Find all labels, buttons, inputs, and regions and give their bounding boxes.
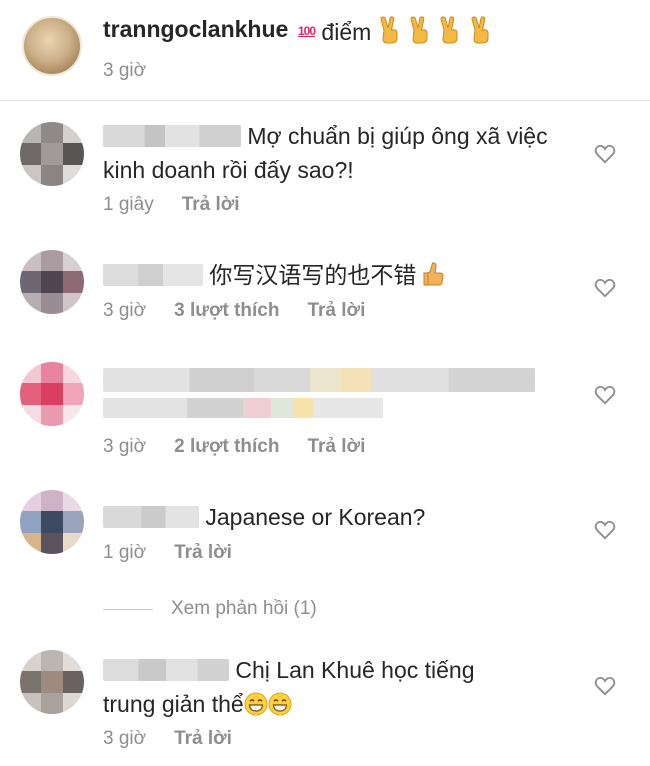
caption-avatar[interactable] xyxy=(22,16,82,76)
comment-meta: 3 giờ 2 lượt thích Trả lời xyxy=(103,436,365,458)
comment-meta: 1 giờ Trả lời xyxy=(103,542,232,564)
comment-timestamp: 3 giờ xyxy=(103,728,147,749)
victory-hand-icon xyxy=(380,16,398,44)
comment-body: 你写汉语写的也不错 xyxy=(103,258,445,292)
caption-divider xyxy=(0,100,650,101)
comment-meta: 1 giây Trả lời xyxy=(103,194,240,216)
redacted-username[interactable] xyxy=(103,264,203,286)
comment-timestamp: 3 giờ xyxy=(103,300,147,321)
caption-username[interactable]: tranngoclankhue xyxy=(103,16,288,43)
reply-button[interactable]: Trả lời xyxy=(182,194,240,215)
comment-body: Chị Lan Khuê học tiếng trung giản thể xyxy=(103,653,523,721)
redacted-username[interactable] xyxy=(103,659,229,681)
comment-text: Japanese or Korean? xyxy=(205,504,426,530)
redacted-comment-line xyxy=(103,398,383,418)
thumbs-up-icon xyxy=(423,262,444,286)
victory-hand-icon xyxy=(410,16,428,44)
comment-body: Mợ chuẩn bị giúp ông xã việc kinh doanh … xyxy=(103,119,583,187)
comment-timestamp: 1 giây xyxy=(103,194,154,215)
likes-count[interactable]: 2 lượt thích xyxy=(174,436,279,457)
redacted-comment-line xyxy=(103,368,535,392)
avatar[interactable] xyxy=(20,250,84,314)
reply-button[interactable]: Trả lời xyxy=(174,728,232,749)
reply-button[interactable]: Trả lời xyxy=(307,300,365,321)
view-replies-line xyxy=(103,608,153,610)
heart-outline-icon[interactable] xyxy=(594,676,616,696)
avatar[interactable] xyxy=(20,650,84,714)
hundred-points-icon: 100 xyxy=(298,24,316,38)
comment-body: Japanese or Korean? xyxy=(103,500,425,534)
comment-meta: 3 giờ Trả lời xyxy=(103,728,232,750)
comment-body xyxy=(103,366,535,418)
redacted-username[interactable] xyxy=(103,506,199,528)
redacted-username[interactable] xyxy=(103,125,241,147)
avatar[interactable] xyxy=(20,122,84,186)
reply-button[interactable]: Trả lời xyxy=(307,436,365,457)
post-caption: tranngoclankhue 100 điểm 3 giờ xyxy=(0,0,650,100)
reply-button[interactable]: Trả lời xyxy=(174,542,232,563)
heart-outline-icon[interactable] xyxy=(594,520,616,540)
likes-count[interactable]: 3 lượt thích xyxy=(174,300,279,321)
heart-outline-icon[interactable] xyxy=(594,144,616,164)
grinning-face-icon xyxy=(268,692,292,716)
avatar[interactable] xyxy=(20,362,84,426)
victory-hand-icon xyxy=(471,16,489,44)
caption-timestamp: 3 giờ xyxy=(103,60,147,81)
comment-text: 你写汉语写的也不错 xyxy=(209,262,417,288)
caption-body: điểm xyxy=(321,19,372,45)
grinning-face-icon xyxy=(244,692,268,716)
comment-meta: 3 giờ 3 lượt thích Trả lời xyxy=(103,300,365,322)
victory-hand-icon xyxy=(440,16,458,44)
comment-timestamp: 1 giờ xyxy=(103,542,147,563)
comment-timestamp: 3 giờ xyxy=(103,436,147,457)
comment-text-line-1: Chị Lan Khuê học tiếng xyxy=(235,657,475,683)
comment-text-line-2: trung giản thể xyxy=(103,691,244,717)
view-replies-label: Xem phản hồi (1) xyxy=(171,598,317,619)
avatar[interactable] xyxy=(20,490,84,554)
heart-outline-icon[interactable] xyxy=(594,278,616,298)
view-replies-button[interactable]: Xem phản hồi (1) xyxy=(103,598,317,620)
heart-outline-icon[interactable] xyxy=(594,385,616,405)
caption-text: 100 điểm xyxy=(298,16,493,46)
